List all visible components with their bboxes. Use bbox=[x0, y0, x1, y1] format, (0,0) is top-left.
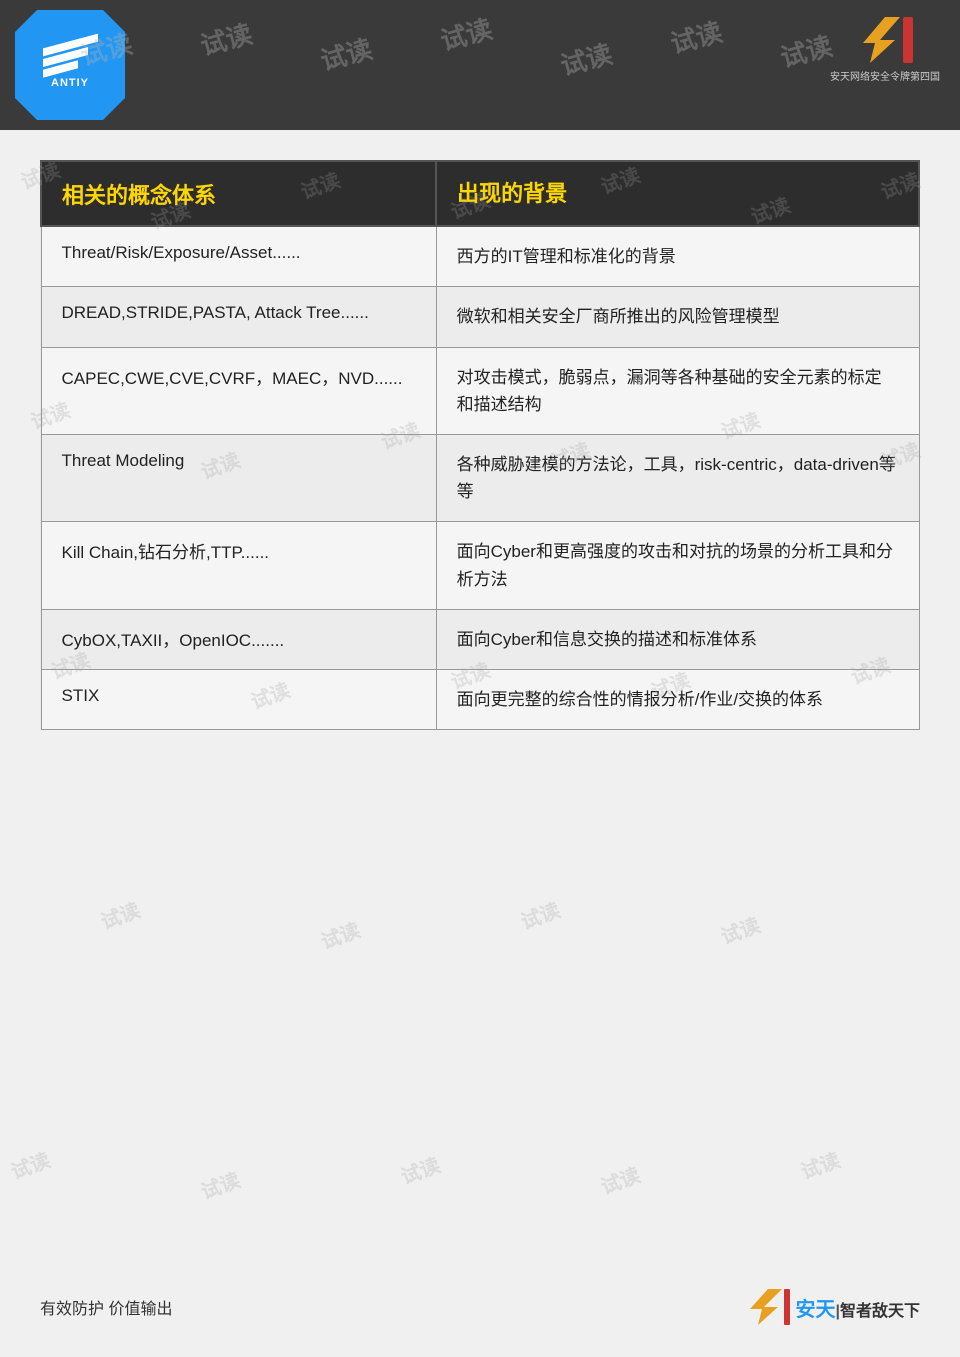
footer-logo-text: 安天|智者敌天下 bbox=[796, 1293, 921, 1322]
body-wm-27: 试读 bbox=[796, 1144, 844, 1185]
logo-label: ANTIY bbox=[51, 77, 89, 89]
footer: 有效防护 价值输出 安天|智者敌天下 bbox=[0, 1287, 960, 1327]
main-content: 相关的概念体系 出现的背景 Threat/Risk/Exposure/Asset… bbox=[40, 160, 920, 730]
table-row: Kill Chain,钻石分析,TTP......面向Cyber和更高强度的攻击… bbox=[41, 522, 919, 609]
body-wm-20: 试读 bbox=[316, 914, 364, 955]
table-row: Threat/Risk/Exposure/Asset......西方的IT管理和… bbox=[41, 226, 919, 287]
cell-left-1: DREAD,STRIDE,PASTA, Attack Tree...... bbox=[41, 287, 436, 347]
watermark-3: 试读 bbox=[316, 29, 376, 78]
table-row: Threat Modeling各种威胁建模的方法论，工具，risk-centri… bbox=[41, 434, 919, 521]
cell-right-1: 微软和相关安全厂商所推出的风险管理模型 bbox=[436, 287, 919, 347]
table-row: CAPEC,CWE,CVE,CVRF，MAEC，NVD......对攻击模式，脆… bbox=[41, 347, 919, 434]
cell-right-4: 面向Cyber和更高强度的攻击和对抗的场景的分析工具和分析方法 bbox=[436, 522, 919, 609]
watermark-4: 试读 bbox=[436, 9, 496, 58]
body-wm-26: 试读 bbox=[596, 1159, 644, 1200]
body-wm-21: 试读 bbox=[516, 894, 564, 935]
body-wm-22: 试读 bbox=[716, 909, 764, 950]
watermark-2: 试读 bbox=[196, 14, 256, 63]
body-wm-19: 试读 bbox=[96, 894, 144, 935]
table-header-row: 相关的概念体系 出现的背景 bbox=[41, 161, 919, 226]
right-logo-text: 安天网络安全令牌第四国 bbox=[830, 68, 940, 83]
cell-right-3: 各种威胁建模的方法论，工具，risk-centric，data-driven等等 bbox=[436, 434, 919, 521]
cell-right-2: 对攻击模式，脆弱点，漏洞等各种基础的安全元素的标定和描述结构 bbox=[436, 347, 919, 434]
table-body: Threat/Risk/Exposure/Asset......西方的IT管理和… bbox=[41, 226, 919, 729]
cell-left-0: Threat/Risk/Exposure/Asset...... bbox=[41, 226, 436, 287]
footer-logo: 安天|智者敌天下 bbox=[746, 1287, 921, 1327]
cell-left-6: STIX bbox=[41, 669, 436, 729]
antiy-logo: ANTIY bbox=[15, 10, 125, 120]
col1-header: 相关的概念体系 bbox=[41, 161, 436, 226]
table-row: STIX面向更完整的综合性的情报分析/作业/交换的体系 bbox=[41, 669, 919, 729]
cell-left-3: Threat Modeling bbox=[41, 434, 436, 521]
footer-subtext-label: 智者敌天下 bbox=[840, 1303, 920, 1320]
cell-left-5: CybOX,TAXII，OpenIOC....... bbox=[41, 609, 436, 669]
cell-left-2: CAPEC,CWE,CVE,CVRF，MAEC，NVD...... bbox=[41, 347, 436, 434]
footer-antiy-text: 安天 bbox=[796, 1299, 836, 1321]
watermark-6: 试读 bbox=[666, 12, 726, 61]
col2-header: 出现的背景 bbox=[436, 161, 919, 226]
body-wm-25: 试读 bbox=[396, 1149, 444, 1190]
body-wm-24: 试读 bbox=[196, 1164, 244, 1205]
header-right-logo: 安天网络安全令牌第四国 bbox=[830, 15, 940, 83]
cell-right-0: 西方的IT管理和标准化的背景 bbox=[436, 226, 919, 287]
footer-tagline: 有效防护 价值输出 bbox=[40, 1295, 172, 1319]
table-row: DREAD,STRIDE,PASTA, Attack Tree......微软和… bbox=[41, 287, 919, 347]
logo-stripes bbox=[43, 41, 98, 73]
cell-right-6: 面向更完整的综合性的情报分析/作业/交换的体系 bbox=[436, 669, 919, 729]
right-logo-icon bbox=[855, 15, 915, 65]
content-table: 相关的概念体系 出现的背景 Threat/Risk/Exposure/Asset… bbox=[40, 160, 920, 730]
watermark-container: 试读 试读 试读 试读 试读 试读 试读 bbox=[0, 0, 960, 130]
cell-left-4: Kill Chain,钻石分析,TTP...... bbox=[41, 522, 436, 609]
footer-logo-icon bbox=[746, 1287, 791, 1327]
watermark-5: 试读 bbox=[556, 34, 616, 83]
watermark-7: 试读 bbox=[776, 26, 836, 75]
table-row: CybOX,TAXII，OpenIOC.......面向Cyber和信息交换的描… bbox=[41, 609, 919, 669]
cell-right-5: 面向Cyber和信息交换的描述和标准体系 bbox=[436, 609, 919, 669]
header: ANTIY 试读 试读 试读 试读 试读 试读 试读 安天网络安全令牌第四国 bbox=[0, 0, 960, 130]
body-wm-23: 试读 bbox=[6, 1144, 54, 1185]
